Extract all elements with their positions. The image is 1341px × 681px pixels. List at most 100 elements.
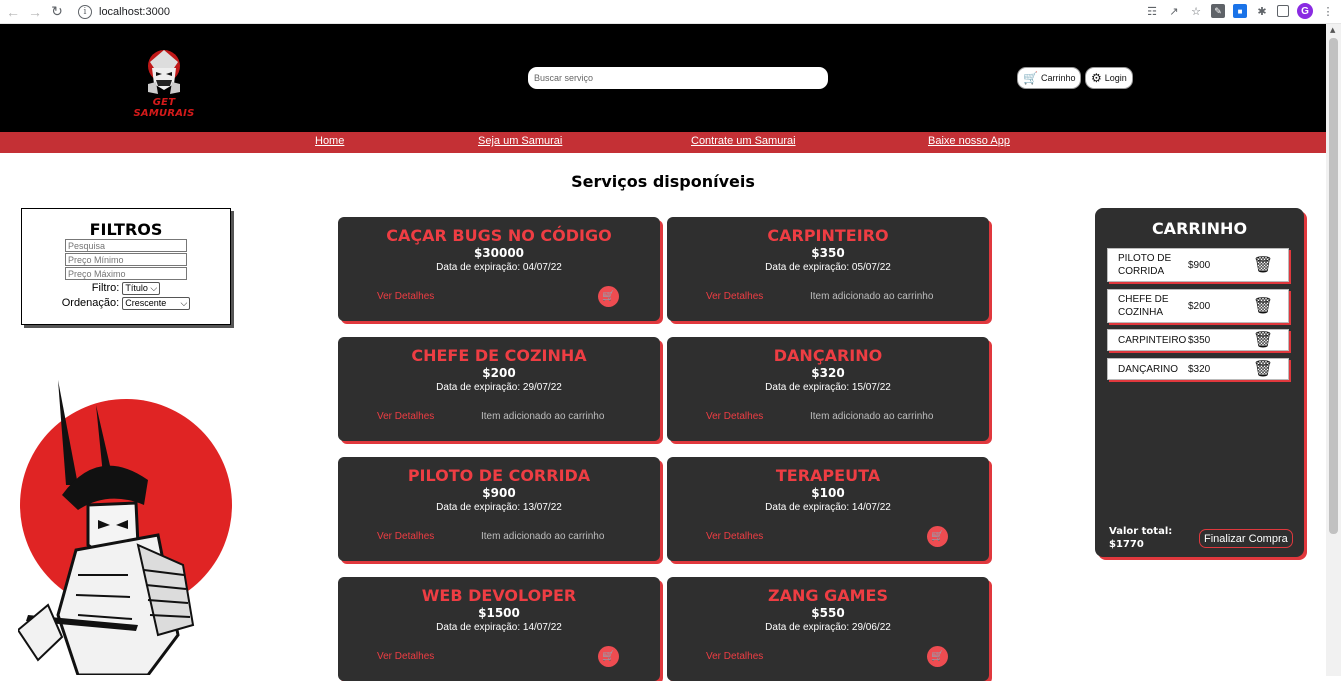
- checkout-button[interactable]: Finalizar Compra: [1199, 529, 1293, 548]
- service-price: $200: [482, 366, 516, 380]
- translate-icon[interactable]: ☶: [1145, 4, 1159, 18]
- nav-home[interactable]: Home: [315, 135, 344, 147]
- service-card: CHEFE DE COZINHA $200 Data de expiração:…: [338, 337, 660, 441]
- service-title: WEB DEVOLOPER: [421, 586, 577, 605]
- trash-icon[interactable]: 🗑: [1248, 255, 1278, 275]
- logo-text: GET SAMURAIS: [133, 97, 195, 119]
- details-link[interactable]: Ver Detalhes: [377, 411, 434, 422]
- nav-contrate-samurai[interactable]: Contrate um Samurai: [691, 135, 796, 147]
- service-date: Data de expiração: 05/07/22: [765, 262, 891, 273]
- sort-select-value: Crescente: [125, 298, 167, 308]
- service-card: DANÇARINO $320 Data de expiração: 15/07/…: [667, 337, 989, 441]
- service-date: Data de expiração: 14/07/22: [765, 502, 891, 513]
- cart-item-price: $900: [1188, 259, 1211, 271]
- site-info-icon[interactable]: i: [78, 4, 92, 19]
- cart-item: DANÇARINO $320 🗑: [1107, 358, 1289, 380]
- details-link[interactable]: Ver Detalhes: [706, 531, 763, 542]
- min-price-input[interactable]: [65, 253, 187, 266]
- samurai-logo-icon: [148, 50, 180, 94]
- max-price-input[interactable]: [65, 267, 187, 280]
- add-to-cart-icon[interactable]: 🛒: [598, 286, 619, 307]
- service-card: WEB DEVOLOPER $1500 Data de expiração: 1…: [338, 577, 660, 681]
- forward-icon[interactable]: →: [26, 3, 44, 21]
- trash-icon[interactable]: 🗑: [1248, 359, 1278, 379]
- add-to-cart-icon[interactable]: 🛒: [927, 526, 948, 547]
- cart-total-label: Valor total:: [1109, 526, 1173, 537]
- service-date: Data de expiração: 29/06/22: [765, 622, 891, 633]
- add-to-cart-icon[interactable]: 🛒: [927, 646, 948, 667]
- trash-icon[interactable]: 🗑: [1248, 330, 1278, 350]
- details-link[interactable]: Ver Detalhes: [706, 651, 763, 662]
- samurai-illustration: [18, 380, 232, 675]
- service-title: PILOTO DE CORRIDA: [407, 466, 591, 485]
- sort-row: Ordenação: Crescente ⌵: [22, 297, 230, 310]
- menu-dots-icon[interactable]: ⋮: [1321, 4, 1335, 18]
- site-header: GET SAMURAIS 🛒 Carrinho ⚙ Login: [0, 24, 1326, 132]
- main-nav: Home Seja um Samurai Contrate um Samurai…: [0, 132, 1326, 153]
- cart-button[interactable]: 🛒 Carrinho: [1017, 67, 1082, 89]
- service-title: CAÇAR BUGS NO CÓDIGO: [386, 226, 612, 245]
- service-title: DANÇARINO: [773, 346, 883, 365]
- filter-select-value: Título: [125, 283, 148, 293]
- details-link[interactable]: Ver Detalhes: [377, 291, 434, 302]
- service-card: TERAPEUTA $100 Data de expiração: 14/07/…: [667, 457, 989, 561]
- nav-seja-samurai[interactable]: Seja um Samurai: [478, 135, 562, 147]
- service-price: $550: [811, 606, 845, 620]
- extensions-puzzle-icon[interactable]: ✱: [1255, 4, 1269, 18]
- service-date: Data de expiração: 14/07/22: [436, 622, 562, 633]
- share-icon[interactable]: ↗: [1167, 4, 1181, 18]
- service-date: Data de expiração: 04/07/22: [436, 262, 562, 273]
- filters-panel: FILTROS Filtro: Título ⌵ Ordenação: Cres…: [21, 208, 231, 325]
- scroll-up-icon[interactable]: ▲: [1330, 26, 1335, 34]
- service-title: TERAPEUTA: [775, 466, 881, 485]
- profile-avatar[interactable]: G: [1297, 3, 1313, 19]
- service-title: ZANG GAMES: [768, 586, 888, 605]
- added-to-cart-text: Item adicionado ao carrinho: [810, 291, 934, 302]
- service-date: Data de expiração: 29/07/22: [436, 382, 562, 393]
- login-button[interactable]: ⚙ Login: [1085, 67, 1133, 89]
- nav-baixe-app[interactable]: Baixe nosso App: [928, 135, 1010, 147]
- service-date: Data de expiração: 13/07/22: [436, 502, 562, 513]
- details-link[interactable]: Ver Detalhes: [377, 651, 434, 662]
- sort-select[interactable]: Crescente ⌵: [122, 297, 191, 310]
- added-to-cart-text: Item adicionado ao carrinho: [481, 411, 605, 422]
- page-scrollbar-thumb[interactable]: [1329, 38, 1338, 534]
- cart-item-price: $350: [1188, 334, 1211, 346]
- sort-label: Ordenação:: [61, 297, 120, 309]
- extension-doc-icon[interactable]: ■: [1233, 4, 1247, 18]
- cart-item-name: DANÇARINO: [1118, 363, 1179, 375]
- browser-toolbar: ← → ↻ i localhost:3000 ☶ ↗ ☆ ✎ ■ ✱ G ⋮: [0, 0, 1341, 24]
- cart-item: PILOTO DE CORRIDA $900 🗑: [1107, 248, 1289, 282]
- cart-button-label: Carrinho: [1040, 73, 1076, 83]
- filter-search-input[interactable]: [65, 239, 187, 252]
- service-card: PILOTO DE CORRIDA $900 Data de expiração…: [338, 457, 660, 561]
- cart-item: CHEFE DE COZINHA $200 🗑: [1107, 289, 1289, 323]
- cart-total: Valor total: $1770: [1109, 525, 1172, 551]
- filter-row: Filtro: Título ⌵: [22, 282, 230, 295]
- bookmark-star-icon[interactable]: ☆: [1189, 4, 1203, 18]
- trash-icon[interactable]: 🗑: [1248, 296, 1278, 316]
- details-link[interactable]: Ver Detalhes: [377, 531, 434, 542]
- login-button-label: Login: [1104, 73, 1127, 83]
- filter-select[interactable]: Título ⌵: [122, 282, 161, 295]
- search-input[interactable]: [528, 67, 828, 89]
- service-price: $30000: [473, 246, 525, 260]
- service-card: ZANG GAMES $550 Data de expiração: 29/06…: [667, 577, 989, 681]
- cart-title: CARRINHO: [1151, 219, 1248, 238]
- reload-icon[interactable]: ↻: [48, 3, 66, 21]
- add-to-cart-icon[interactable]: 🛒: [598, 646, 619, 667]
- address-bar[interactable]: localhost:3000: [99, 6, 170, 18]
- details-link[interactable]: Ver Detalhes: [706, 411, 763, 422]
- side-panel-icon[interactable]: [1277, 5, 1289, 17]
- cart-icon: 🛒: [1023, 71, 1038, 85]
- service-date: Data de expiração: 15/07/22: [765, 382, 891, 393]
- details-link[interactable]: Ver Detalhes: [706, 291, 763, 302]
- service-card: CARPINTEIRO $350 Data de expiração: 05/0…: [667, 217, 989, 321]
- cart-item: CARPINTEIRO $350 🗑: [1107, 329, 1289, 351]
- back-icon[interactable]: ←: [4, 3, 22, 21]
- added-to-cart-text: Item adicionado ao carrinho: [810, 411, 934, 422]
- service-price: $900: [482, 486, 516, 500]
- service-card: CAÇAR BUGS NO CÓDIGO $30000 Data de expi…: [338, 217, 660, 321]
- site-logo[interactable]: GET SAMURAIS: [126, 46, 202, 119]
- extension-pen-icon[interactable]: ✎: [1211, 4, 1225, 18]
